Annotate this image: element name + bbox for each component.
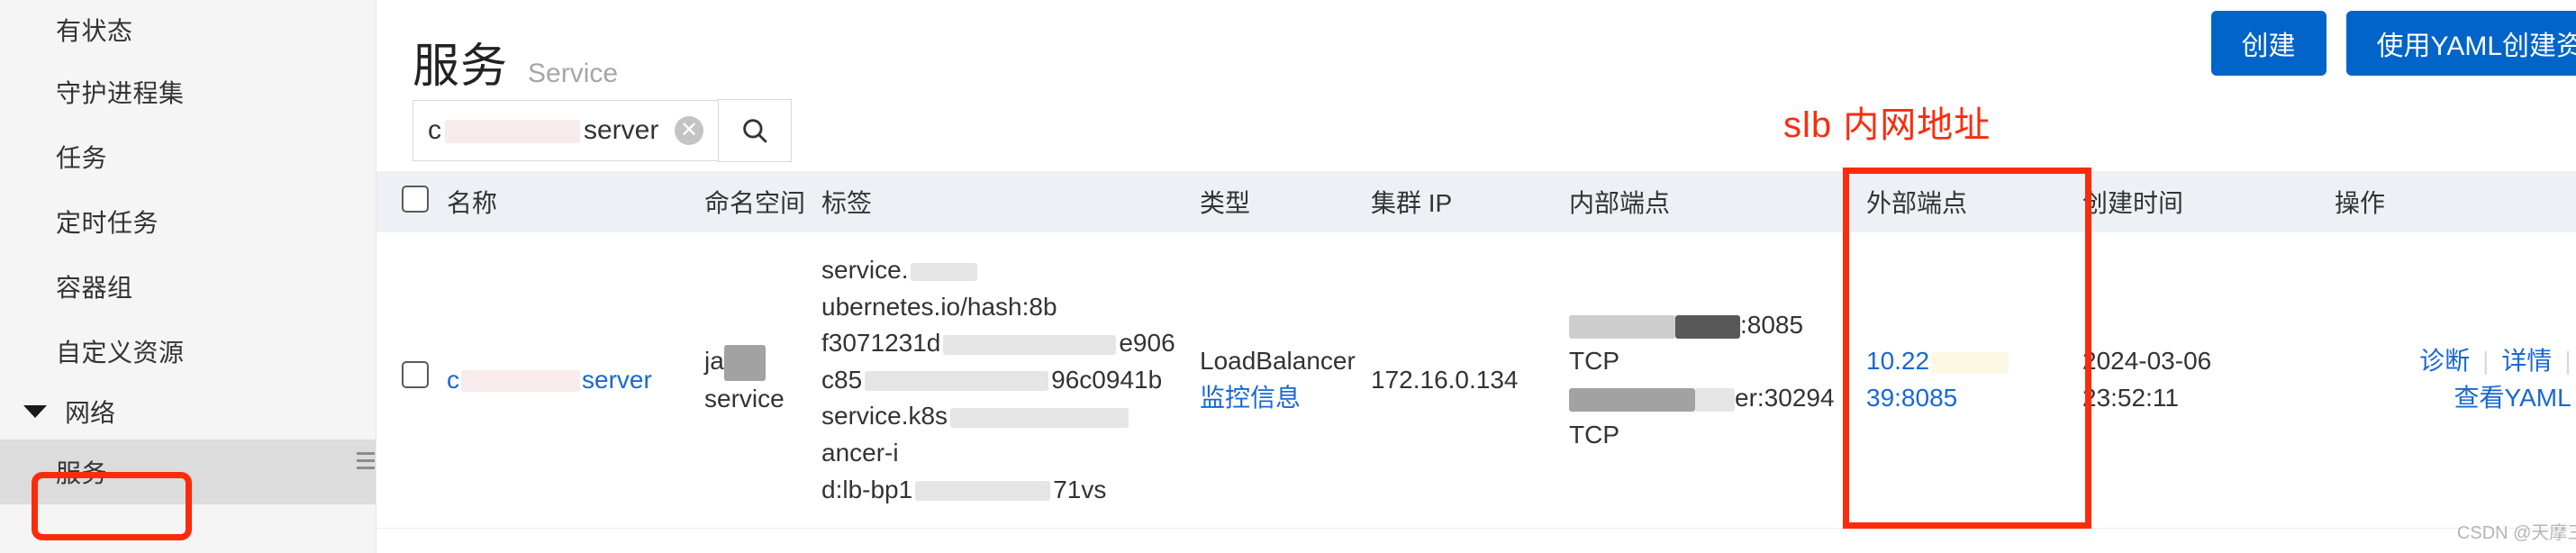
column-header-labels[interactable]: 标签: [821, 171, 1200, 232]
column-header-internal-endpoint[interactable]: 内部端点: [1569, 171, 1866, 232]
search-group: c server ✕: [413, 99, 792, 162]
create-button[interactable]: 创建: [2210, 11, 2327, 76]
header-actions: 创建 使用YAML创建资源: [2210, 11, 2576, 76]
handle-line: [357, 466, 375, 469]
handle-line: [357, 458, 375, 462]
internal-endpoint-1: :8085: [1569, 307, 1866, 344]
cell-labels: service.ubernetes.io/hash:8b f3071231d e9…: [821, 232, 1200, 530]
row-select-cell: [376, 528, 447, 553]
create-from-yaml-button[interactable]: 使用YAML创建资源: [2345, 11, 2576, 76]
cell-cluster-ip: 172.16.0.134: [1371, 232, 1569, 530]
search-input[interactable]: c server ✕: [413, 100, 719, 161]
action-diagnose[interactable]: 诊断: [2419, 343, 2470, 380]
cell-internal-endpoint: :8085 TCP er:30294 TCP: [1569, 232, 1866, 530]
cell-name: c server: [447, 232, 704, 530]
cell-namespace: java: [704, 528, 821, 553]
sidebar-item-label: 服务: [56, 459, 108, 487]
column-header-type[interactable]: 类型: [1200, 171, 1371, 232]
column-header-namespace[interactable]: 命名空间: [704, 171, 821, 232]
sidebar-item-label: 容器组: [56, 274, 133, 302]
external-endpoint-link[interactable]: 10.2239:8085: [1866, 347, 2010, 412]
created-time: 23:52:11: [2082, 384, 2179, 412]
sidebar-item-job[interactable]: 任务: [0, 124, 376, 189]
search-icon: [743, 119, 767, 143]
cell-external-endpoint: [1866, 528, 2082, 553]
sidebar-item-service[interactable]: 服务: [0, 440, 376, 504]
sidebar-item-label: 守护进程集: [56, 79, 185, 107]
cell-internal-endpoint: cloud...ver- statistic:9090 TCP: [1569, 528, 1866, 553]
sidebar-item-stateful[interactable]: 有状态: [0, 0, 376, 59]
row-action-links: 诊断| 详情| 更新| 查看YAML| 删除: [2335, 343, 2576, 416]
created-date: 2024-03-06: [2082, 347, 2212, 376]
search-button[interactable]: [718, 99, 792, 162]
cell-type: LoadBalancer 监控信息: [1200, 232, 1371, 530]
action-details[interactable]: 详情: [2501, 343, 2552, 380]
select-all-checkbox[interactable]: [402, 185, 429, 213]
row-checkbox[interactable]: [402, 361, 429, 389]
column-header-name[interactable]: 名称: [447, 171, 704, 232]
row-select-cell: [376, 232, 447, 530]
service-name-link[interactable]: c server: [447, 366, 652, 394]
sidebar-item-label: 有状态: [56, 17, 133, 45]
internal-endpoint-2-proto: TCP: [1569, 420, 1619, 449]
sidebar-item-custom-resource[interactable]: 自定义资源: [0, 319, 376, 384]
cell-type: LoadBalancer: [1200, 528, 1371, 553]
cell-external-endpoint: 10.2239:8085: [1866, 232, 2082, 530]
cell-created-at: 2023-06-27: [2082, 528, 2335, 553]
toolbar: c server ✕ slb 内网地址: [376, 90, 2576, 171]
column-header-cluster-ip[interactable]: 集群 IP: [1371, 171, 1569, 232]
table-row: cloudwork-server java serv:e6 582db24587…: [376, 528, 2576, 553]
column-header-created-at[interactable]: 创建时间: [2082, 171, 2335, 232]
internal-endpoint-1-proto: TCP: [1569, 347, 1619, 376]
cell-name: cloudwork-server: [447, 528, 704, 553]
sidebar: 有状态 守护进程集 任务 定时任务 容器组 自定义资源 网络 服务: [0, 0, 376, 553]
watermark: CSDN @天摩三太 柯村人: [2456, 523, 2576, 543]
cell-actions: 诊断| 详情| 更新| 查看YAML| 删除: [2335, 232, 2576, 530]
sidebar-item-label: 自定义资源: [56, 339, 185, 367]
internal-endpoint-1: cloud...ver-: [1569, 548, 1866, 553]
service-table: 名称 命名空间 标签 类型 集群 IP 内部端点 外部端点 创建时间 操作 c …: [376, 171, 2576, 553]
table-header-row: 名称 命名空间 标签 类型 集群 IP 内部端点 外部端点 创建时间 操作: [376, 171, 2576, 232]
cell-labels: serv:e6 582db2458716: [821, 528, 1200, 553]
column-header-external-endpoint[interactable]: 外部端点: [1866, 171, 2082, 232]
main-content: 服务 Service 创建 使用YAML创建资源 cserver ✕: [376, 0, 2576, 553]
sidebar-item-label: 定时任务: [56, 209, 159, 237]
cell-namespace: ja service: [704, 232, 821, 530]
cell-created-at: 2024-03-06 23:52:11: [2082, 232, 2335, 530]
sidebar-group-network[interactable]: 网络: [0, 384, 376, 440]
namespace-line-1: ja: [704, 346, 724, 375]
sidebar-item-label: 任务: [56, 144, 108, 172]
page-title-subtitle: Service: [528, 59, 619, 88]
handle-line: [357, 451, 375, 455]
select-all-header: [376, 171, 447, 232]
circle-x-icon[interactable]: ✕: [675, 116, 703, 145]
service-type: LoadBalancer: [1200, 347, 1356, 376]
cell-cluster-ip: [1371, 528, 1569, 553]
sidebar-item-daemonset[interactable]: 守护进程集: [0, 59, 376, 124]
page-title: 服务: [413, 41, 509, 93]
search-input-value: c server: [428, 115, 659, 145]
table-row: c server ja service service.ubernetes.io/…: [376, 232, 2576, 530]
action-view-yaml[interactable]: 查看YAML: [2454, 380, 2571, 417]
namespace-line-2: service: [704, 384, 785, 412]
sidebar-item-pod[interactable]: 容器组: [0, 254, 376, 319]
annotation-slb-address: slb 内网地址: [1783, 105, 1991, 145]
monitoring-link[interactable]: 监控信息: [1200, 380, 1371, 417]
page-root: 有状态 守护进程集 任务 定时任务 容器组 自定义资源 网络 服务 服务 Ser…: [0, 0, 2576, 553]
chevron-down-icon: [23, 405, 47, 418]
sidebar-group-label: 网络: [65, 399, 116, 427]
column-header-actions: 操作: [2335, 189, 2386, 217]
sidebar-collapse-handle[interactable]: [355, 445, 376, 476]
sidebar-item-cronjob[interactable]: 定时任务: [0, 189, 376, 254]
internal-endpoint-2: er:30294: [1569, 380, 1866, 417]
